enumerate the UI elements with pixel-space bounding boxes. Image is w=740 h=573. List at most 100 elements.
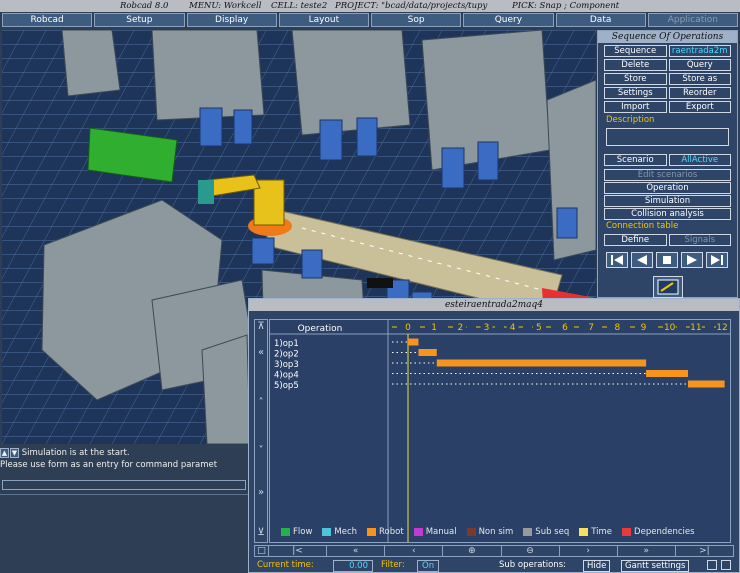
menu-display[interactable]: Display bbox=[186, 13, 277, 27]
gantt-horizontal-nav: □ |< « ‹ ⊕ ⊖ › » >| bbox=[254, 545, 734, 557]
signals-button[interactable]: Signals bbox=[668, 234, 731, 246]
tool-icon[interactable] bbox=[652, 276, 683, 298]
current-time-field[interactable]: 0.00 bbox=[333, 560, 373, 572]
window-maximize-icon[interactable] bbox=[721, 560, 731, 570]
window-minimize-icon[interactable] bbox=[707, 560, 717, 570]
zoom-in-icon[interactable]: ⊕ bbox=[443, 546, 502, 556]
operation-row-label[interactable]: 2)op2 bbox=[274, 350, 299, 360]
legend-label: Flow bbox=[293, 527, 313, 537]
skip-to-start-icon[interactable] bbox=[606, 252, 628, 268]
current-time-label: Current time: bbox=[257, 560, 314, 570]
operation-row-label[interactable]: 1)op1 bbox=[274, 339, 299, 349]
tick-label: 11 bbox=[690, 323, 701, 333]
menu-application[interactable]: Application bbox=[647, 13, 738, 27]
operation-button[interactable]: Operation bbox=[604, 182, 731, 194]
gantt-chart[interactable]: Operation 0 1 2 3 4 5 6 7 8 9 10 11 12 1)op1 2)op2 3)o… bbox=[269, 319, 731, 543]
import-button[interactable]: Import bbox=[604, 101, 667, 113]
sequence-value-field[interactable]: raentrada2m bbox=[668, 45, 731, 57]
operation-bar[interactable] bbox=[646, 370, 688, 377]
scroll-down-icon[interactable]: ▼ bbox=[10, 448, 19, 458]
legend-label: Sub seq bbox=[535, 527, 570, 537]
tick-label: 6 bbox=[562, 323, 568, 333]
operation-row-label[interactable]: 5)op5 bbox=[274, 381, 299, 391]
settings-button[interactable]: Settings bbox=[604, 87, 667, 99]
tick-label: 7 bbox=[588, 323, 594, 333]
legend-swatch bbox=[322, 528, 332, 536]
sequence-button[interactable]: Sequence bbox=[604, 45, 667, 57]
description-field[interactable] bbox=[606, 128, 729, 146]
operation-bar[interactable] bbox=[408, 338, 419, 346]
tick-label: 12 bbox=[716, 323, 727, 333]
menu-query[interactable]: Query bbox=[463, 13, 554, 27]
legend-label: Mech bbox=[334, 527, 358, 537]
gantt-footer: Current time: 0.00 Filter: On Sub operat… bbox=[249, 558, 739, 572]
gantt-window-title: esteiraentrada2maq4 bbox=[249, 299, 739, 311]
menu-layout[interactable]: Layout bbox=[278, 13, 369, 27]
status-area: ▲ ▼ Simulation is at the start. Please us… bbox=[0, 447, 248, 493]
legend-swatch bbox=[466, 528, 476, 536]
title-bar: Robcad 8.0 MENU: Workcell CELL: teste2 P… bbox=[0, 0, 740, 12]
play-icon[interactable] bbox=[681, 252, 703, 268]
reorder-button[interactable]: Reorder bbox=[668, 87, 731, 99]
step-back-icon[interactable] bbox=[631, 252, 653, 268]
scenario-button[interactable]: Scenario bbox=[604, 154, 667, 166]
scroll-up-icon[interactable]: ˄ bbox=[255, 396, 267, 410]
page-up-icon[interactable]: « bbox=[255, 346, 267, 360]
nav-page-left-icon[interactable]: « bbox=[327, 546, 386, 556]
nav-page-right-icon[interactable]: » bbox=[618, 546, 676, 556]
nav-last-icon[interactable]: >| bbox=[676, 546, 733, 556]
nav-left-icon[interactable]: ‹ bbox=[385, 546, 444, 556]
tick-label: 8 bbox=[614, 323, 620, 333]
status-hint: Please use form as an entry for command … bbox=[0, 460, 218, 470]
collision-analysis-button[interactable]: Collision analysis bbox=[604, 208, 731, 220]
tick-label: 9 bbox=[641, 323, 647, 333]
menu-sop[interactable]: Sop bbox=[371, 13, 462, 27]
hide-button[interactable]: Hide bbox=[583, 560, 611, 572]
store-button[interactable]: Store bbox=[604, 73, 667, 85]
sop-panel: Sequence Of Operations Sequence raentrad… bbox=[597, 30, 738, 298]
menu-robcad[interactable]: Robcad bbox=[2, 13, 93, 27]
legend-item: Robot bbox=[367, 527, 404, 537]
scroll-up-icon[interactable]: ▲ bbox=[0, 448, 9, 458]
tick-label: 1 bbox=[431, 323, 437, 333]
export-button[interactable]: Export bbox=[668, 101, 731, 113]
operation-row-label[interactable]: 3)op3 bbox=[274, 360, 299, 370]
page-down-icon[interactable]: » bbox=[255, 486, 267, 500]
menu-data[interactable]: Data bbox=[555, 13, 646, 27]
operation-bar[interactable] bbox=[418, 349, 437, 356]
legend-label: Robot bbox=[379, 527, 404, 537]
scenario-value-field[interactable]: AllActive bbox=[668, 154, 731, 166]
sub-operations-label: Sub operations: bbox=[499, 560, 566, 570]
delete-button[interactable]: Delete bbox=[604, 59, 667, 71]
edit-scenarios-button[interactable]: Edit scenarios bbox=[604, 169, 731, 181]
define-button[interactable]: Define bbox=[604, 234, 667, 246]
query-button[interactable]: Query bbox=[668, 59, 731, 71]
gantt-settings-button[interactable]: Gantt settings bbox=[621, 560, 690, 572]
operation-bar[interactable] bbox=[436, 359, 647, 367]
menu-indicator: MENU: Workcell bbox=[189, 1, 262, 11]
stop-icon[interactable] bbox=[656, 252, 678, 268]
legend-swatch bbox=[281, 528, 290, 536]
operation-row-label[interactable]: 4)op4 bbox=[274, 371, 299, 381]
filter-value[interactable]: On bbox=[417, 560, 440, 572]
store-as-button[interactable]: Store as bbox=[668, 73, 731, 85]
collapse-down-icon[interactable]: ⊻ bbox=[255, 526, 267, 540]
tick-label: 2 bbox=[457, 323, 463, 333]
menu-setup[interactable]: Setup bbox=[94, 13, 185, 27]
command-input[interactable] bbox=[2, 480, 246, 490]
collapse-up-icon[interactable]: ⊼ bbox=[255, 320, 267, 334]
filter-label: Filter: bbox=[381, 560, 405, 570]
simulation-button[interactable]: Simulation bbox=[604, 195, 731, 207]
status-message: Simulation is at the start. bbox=[21, 448, 130, 458]
scroll-down-icon[interactable]: ˅ bbox=[255, 444, 267, 458]
nav-first-icon[interactable]: |< bbox=[269, 546, 328, 556]
zoom-out-icon[interactable]: ⊖ bbox=[502, 546, 560, 556]
nav-collapse-icon[interactable]: □ bbox=[255, 546, 269, 556]
legend-label: Non sim bbox=[478, 527, 514, 537]
operation-bar[interactable] bbox=[687, 380, 725, 388]
operation-column-header: Operation bbox=[298, 324, 343, 334]
skip-to-end-icon[interactable] bbox=[706, 252, 728, 268]
legend-item: Mech bbox=[322, 527, 357, 537]
sop-panel-title: Sequence Of Operations bbox=[598, 31, 737, 43]
nav-right-icon[interactable]: › bbox=[560, 546, 618, 556]
